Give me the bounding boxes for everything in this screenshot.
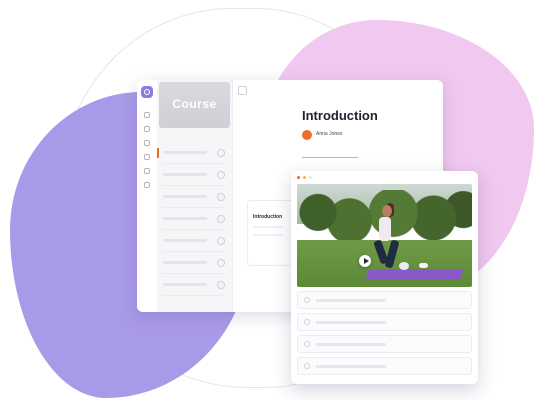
icon-rail <box>137 80 158 312</box>
chat-icon[interactable] <box>144 154 150 160</box>
preview-line <box>253 226 283 228</box>
lesson-item[interactable] <box>161 214 227 224</box>
play-circle-icon <box>304 341 310 347</box>
calendar-icon[interactable] <box>144 140 150 146</box>
lesson-item[interactable] <box>161 280 227 290</box>
brand-logo-icon[interactable] <box>141 86 153 98</box>
lesson-item[interactable] <box>157 148 227 158</box>
playlist-title-placeholder <box>316 343 386 346</box>
playlist-item[interactable] <box>297 357 472 375</box>
lesson-item[interactable] <box>161 192 227 202</box>
play-circle-icon <box>304 319 310 325</box>
lesson-divider <box>161 251 227 252</box>
lesson-preview-card[interactable] <box>247 200 295 266</box>
window-dot <box>297 176 300 179</box>
lesson-item[interactable] <box>161 170 227 180</box>
yoga-mat <box>365 269 464 279</box>
video-player-window <box>291 171 478 384</box>
lesson-title-placeholder <box>163 151 207 154</box>
window-dot <box>303 176 306 179</box>
lesson-title-placeholder <box>163 195 207 198</box>
lesson-divider <box>161 163 227 164</box>
lesson-preview-label: Introduction <box>253 214 283 220</box>
page-title: Introduction <box>302 108 378 123</box>
lesson-title-placeholder <box>163 283 207 286</box>
course-sidebar: Course <box>157 80 233 312</box>
author-name: Anna Jones <box>316 131 343 137</box>
users-icon[interactable] <box>144 168 150 174</box>
lesson-item[interactable] <box>161 236 227 246</box>
lesson-title-placeholder <box>163 261 207 264</box>
window-dot <box>309 176 312 179</box>
course-cover-title: Course <box>172 97 217 111</box>
lesson-divider <box>161 273 227 274</box>
lesson-check-icon[interactable] <box>217 193 225 201</box>
playlist-title-placeholder <box>316 321 386 324</box>
shoe <box>419 263 428 268</box>
lesson-divider <box>161 207 227 208</box>
lesson-check-icon[interactable] <box>217 215 225 223</box>
lesson-divider <box>161 229 227 230</box>
dumbbell <box>399 262 409 270</box>
playlist-title-placeholder <box>316 365 386 368</box>
lesson-divider <box>161 295 227 296</box>
playlist-item[interactable] <box>297 335 472 353</box>
lesson-title-placeholder <box>163 173 207 176</box>
play-circle-icon <box>304 297 310 303</box>
lesson-item[interactable] <box>161 258 227 268</box>
settings-icon[interactable] <box>144 182 150 188</box>
course-cover: Course <box>159 82 230 128</box>
lesson-divider <box>161 185 227 186</box>
title-underline <box>302 157 358 158</box>
hero-illustration: Course Introduction Anna Jones Introduct… <box>0 0 547 400</box>
playlist-item[interactable] <box>297 313 472 331</box>
play-circle-icon <box>304 363 310 369</box>
courses-icon[interactable] <box>144 126 150 132</box>
lesson-check-icon[interactable] <box>217 281 225 289</box>
expand-icon[interactable] <box>238 86 247 95</box>
person-head <box>382 205 392 217</box>
lesson-check-icon[interactable] <box>217 171 225 179</box>
playlist-item[interactable] <box>297 291 472 309</box>
person-torso <box>379 217 391 241</box>
play-icon[interactable] <box>359 255 371 267</box>
avatar <box>302 130 312 140</box>
home-icon[interactable] <box>144 112 150 118</box>
lesson-title-placeholder <box>163 239 207 242</box>
lesson-check-icon[interactable] <box>217 237 225 245</box>
lesson-check-icon[interactable] <box>217 149 225 157</box>
lesson-check-icon[interactable] <box>217 259 225 267</box>
lesson-title-placeholder <box>163 217 207 220</box>
playlist-title-placeholder <box>316 299 386 302</box>
video-frame[interactable] <box>297 184 472 287</box>
preview-line <box>253 234 283 236</box>
